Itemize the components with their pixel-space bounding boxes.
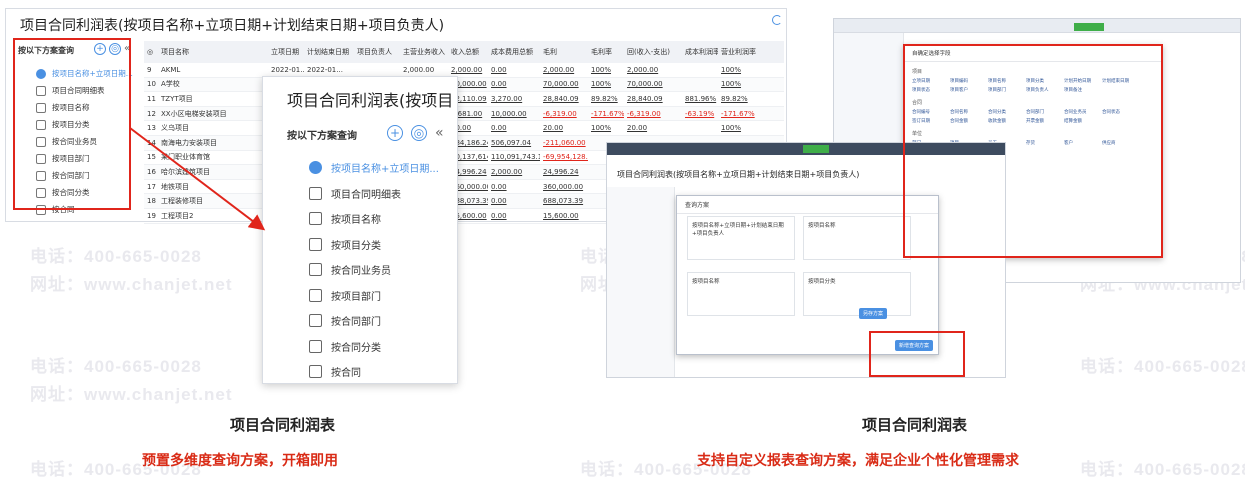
right-caption-subtitle: 支持自定义报表查询方案，满足企业个性化管理需求 xyxy=(697,453,1019,469)
scheme-card[interactable]: 按项目分类 xyxy=(803,272,911,316)
scheme-card[interactable]: 按项目名称+立项日期+计划结束日期+项目负责人 xyxy=(687,216,795,260)
arrow-left xyxy=(129,127,266,231)
save-as-scheme-button[interactable]: 另存方案 xyxy=(859,308,888,319)
right-caption-title: 项目合同利润表 xyxy=(862,416,968,434)
scheme-card[interactable]: 按项目名称 xyxy=(687,272,795,316)
highlight-box xyxy=(903,44,1163,258)
left-caption-subtitle: 预置多维度查询方案，开箱即用 xyxy=(142,453,338,469)
modal-title: 查询方案 xyxy=(677,196,938,214)
front-title: 项目合同利润表(按项目名称+立项日期+计划结束日期+项目负责人) xyxy=(617,170,860,179)
highlight-box xyxy=(869,331,965,377)
scheme-card[interactable]: 按项目名称 xyxy=(803,216,911,260)
left-caption-title: 项目合同利润表 xyxy=(230,416,336,434)
